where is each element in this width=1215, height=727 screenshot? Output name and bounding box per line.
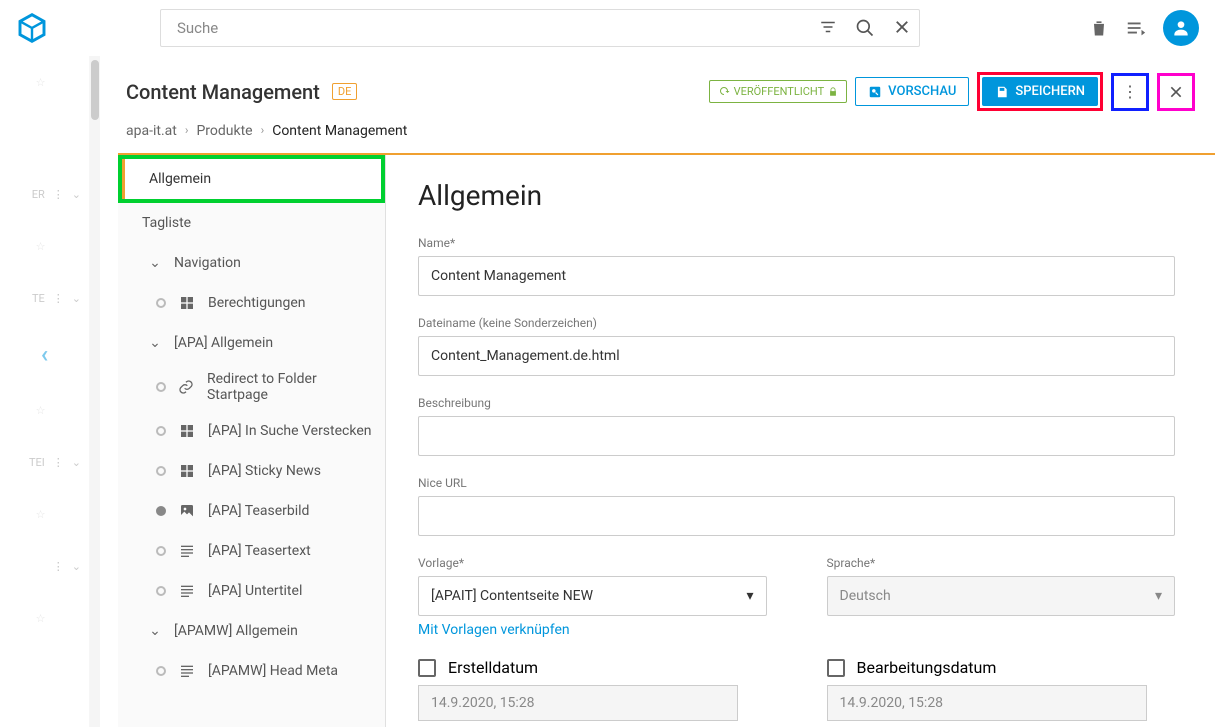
breadcrumb-item[interactable]: Produkte	[196, 123, 252, 139]
chevron-down-icon: ▾	[746, 588, 753, 604]
field-label: Sprache*	[827, 556, 1176, 570]
search-icon[interactable]	[855, 18, 875, 38]
tree-item[interactable]: [APA] Untertitel	[118, 571, 385, 611]
clear-search-icon[interactable]	[893, 18, 911, 38]
form-heading: Allgemein	[418, 179, 1175, 212]
field-label: Name*	[418, 236, 1175, 250]
status-badge: VERÖFFENTLICHT	[709, 80, 848, 103]
breadcrumb-item: Content Management	[272, 123, 407, 139]
name-input[interactable]	[418, 256, 1175, 296]
tree-item[interactable]: ⌄[APAMW] Allgemein	[118, 611, 385, 651]
side-tree: Allgemein Tagliste ⌄Navigation Berechtig…	[118, 155, 386, 727]
search-bar	[160, 9, 920, 47]
topbar	[0, 0, 1215, 56]
tree-item[interactable]: [APA] Teaserbild	[118, 491, 385, 531]
close-icon[interactable]	[1160, 76, 1192, 108]
breadcrumb: apa-it.at › Produkte › Content Managemen…	[90, 119, 1215, 153]
tree-item[interactable]: [APAMW] Head Meta	[118, 651, 385, 691]
trash-icon[interactable]	[1089, 18, 1109, 38]
save-button[interactable]: SPEICHERN	[982, 77, 1098, 106]
created-date: 14.9.2020, 15:28	[418, 685, 738, 721]
created-checkbox[interactable]	[418, 659, 436, 677]
chevron-down-icon: ▾	[1155, 588, 1162, 604]
more-menu-icon[interactable]: ⋮	[1114, 76, 1146, 108]
search-input[interactable]	[177, 19, 819, 37]
tree-item[interactable]: Redirect to Folder Startpage	[118, 363, 385, 411]
tree-item[interactable]: ⌄[APA] Allgemein	[118, 323, 385, 363]
field-label: Beschreibung	[418, 396, 1175, 410]
tree-item[interactable]: [APA] Teasertext	[118, 531, 385, 571]
queue-icon[interactable]	[1125, 17, 1147, 39]
language-select: Deutsch ▾	[827, 576, 1176, 616]
breadcrumb-item[interactable]: apa-it.at	[126, 123, 177, 139]
left-rail: ☆ ER⋮⌄ ☆ TE⋮⌄ ‹ ☆ TEI⋮⌄ ☆ ⋮⌄ ☆	[0, 56, 90, 727]
main-panel: Content Management DE VERÖFFENTLICHT VOR…	[90, 56, 1215, 727]
app-logo	[16, 12, 48, 44]
field-label: Erstelldatum	[448, 658, 538, 677]
lang-badge: DE	[332, 83, 357, 100]
edited-date: 14.9.2020, 15:28	[827, 685, 1147, 721]
tree-item-allgemein[interactable]: Allgemein	[122, 159, 381, 199]
filename-input[interactable]	[418, 336, 1175, 376]
field-label: Bearbeitungsdatum	[857, 658, 997, 677]
tree-item[interactable]: Tagliste	[118, 203, 385, 243]
field-label: Dateiname (keine Sonderzeichen)	[418, 316, 1175, 330]
tree-item[interactable]: Berechtigungen	[118, 283, 385, 323]
page-title: Content Management	[126, 80, 320, 104]
field-label: Vorlage*	[418, 556, 767, 570]
avatar[interactable]	[1163, 10, 1199, 46]
template-select[interactable]: [APAIT] Contentseite NEW ▾	[418, 576, 767, 616]
collapse-rail-icon[interactable]: ‹	[0, 324, 89, 384]
tree-item[interactable]: [APA] In Suche Verstecken	[118, 411, 385, 451]
tree-item[interactable]: ⌄Navigation	[118, 243, 385, 283]
preview-button[interactable]: VORSCHAU	[855, 77, 969, 106]
tree-item[interactable]: [APA] Sticky News	[118, 451, 385, 491]
filter-icon[interactable]	[819, 18, 837, 38]
niceurl-input[interactable]	[418, 496, 1175, 536]
field-label: Nice URL	[418, 476, 1175, 490]
template-link[interactable]: Mit Vorlagen verknüpfen	[418, 622, 767, 638]
form-area: Allgemein Name* Dateiname (keine Sonderz…	[386, 155, 1215, 727]
description-input[interactable]	[418, 416, 1175, 456]
page-header: Content Management DE VERÖFFENTLICHT VOR…	[90, 56, 1215, 119]
edited-checkbox[interactable]	[827, 659, 845, 677]
